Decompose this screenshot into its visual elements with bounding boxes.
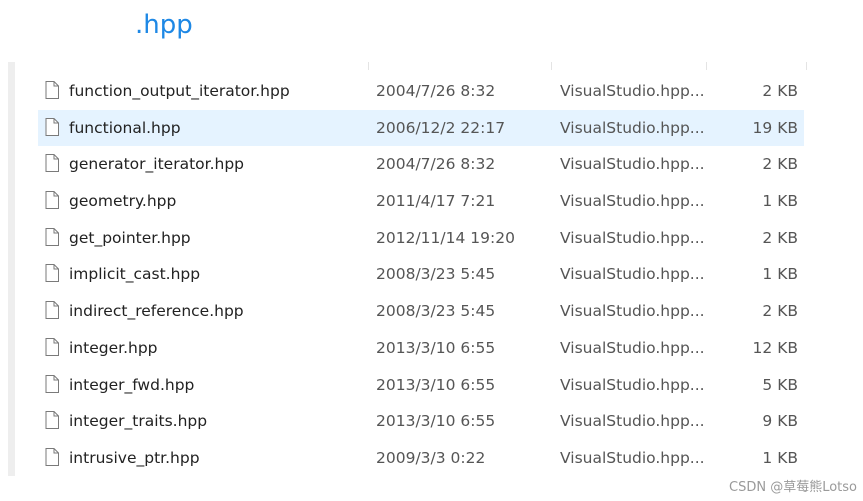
file-type: VisualStudio.hpp... xyxy=(560,192,705,211)
file-row[interactable]: geometry.hpp 2011/4/17 7:21 VisualStudio… xyxy=(38,183,804,220)
file-date-modified: 2009/3/3 0:22 xyxy=(376,448,486,467)
file-size: 2 KB xyxy=(762,228,798,247)
file-name: functional.hpp xyxy=(69,118,181,137)
file-explorer-screenshot: .hpp function_output_iterator.hpp 2004/7… xyxy=(0,0,863,501)
file-icon xyxy=(45,411,59,430)
file-type: VisualStudio.hpp... xyxy=(560,338,705,357)
file-type: VisualStudio.hpp... xyxy=(560,265,705,284)
file-size: 2 KB xyxy=(762,302,798,321)
file-name: implicit_cast.hpp xyxy=(69,265,201,284)
file-size: 1 KB xyxy=(762,448,798,467)
file-row[interactable]: get_pointer.hpp 2012/11/14 19:20 VisualS… xyxy=(38,220,804,257)
file-row[interactable]: functional.hpp 2006/12/2 22:17 VisualStu… xyxy=(38,109,804,147)
file-name: integer_fwd.hpp xyxy=(69,375,195,394)
file-date-modified: 2011/4/17 7:21 xyxy=(376,192,496,211)
column-separator[interactable] xyxy=(806,62,807,70)
file-name: geometry.hpp xyxy=(69,192,177,211)
file-size: 9 KB xyxy=(762,412,798,431)
file-date-modified: 2004/7/26 8:32 xyxy=(376,155,496,174)
file-icon xyxy=(45,117,59,136)
file-size: 1 KB xyxy=(762,192,798,211)
file-icon xyxy=(45,154,59,173)
file-row[interactable]: intrusive_ptr.hpp 2009/3/3 0:22 VisualSt… xyxy=(38,440,804,477)
file-icon xyxy=(45,374,59,393)
file-type: VisualStudio.hpp... xyxy=(560,155,705,174)
file-icon xyxy=(45,337,59,356)
file-date-modified: 2013/3/10 6:55 xyxy=(376,412,496,431)
file-row[interactable]: function_output_iterator.hpp 2004/7/26 8… xyxy=(38,73,804,110)
file-size: 1 KB xyxy=(762,265,798,284)
file-date-modified: 2008/3/23 5:45 xyxy=(376,302,496,321)
file-type: VisualStudio.hpp... xyxy=(560,82,705,100)
file-type: VisualStudio.hpp... xyxy=(560,375,705,394)
file-date-modified: 2004/7/26 8:32 xyxy=(376,82,496,100)
column-separator[interactable] xyxy=(706,62,707,70)
file-size: 2 KB xyxy=(762,155,798,174)
file-row[interactable]: integer_traits.hpp 2013/3/10 6:55 Visual… xyxy=(38,403,804,440)
file-name: integer_traits.hpp xyxy=(69,412,208,431)
file-icon xyxy=(45,191,59,210)
file-date-modified: 2006/12/2 22:17 xyxy=(376,118,506,137)
file-name: generator_iterator.hpp xyxy=(69,155,245,174)
file-icon xyxy=(45,227,59,246)
file-row[interactable]: integer_fwd.hpp 2013/3/10 6:55 VisualStu… xyxy=(38,367,804,404)
file-date-modified: 2013/3/10 6:55 xyxy=(376,338,496,357)
file-row[interactable]: generator_iterator.hpp 2004/7/26 8:32 Vi… xyxy=(38,146,804,183)
file-date-modified: 2012/11/14 19:20 xyxy=(376,228,515,247)
file-type: VisualStudio.hpp... xyxy=(560,228,705,247)
file-size: 12 KB xyxy=(752,338,798,357)
column-separator[interactable] xyxy=(551,62,552,70)
file-name: intrusive_ptr.hpp xyxy=(69,448,200,467)
file-type: VisualStudio.hpp... xyxy=(560,448,705,467)
file-name: get_pointer.hpp xyxy=(69,228,191,247)
file-icon xyxy=(45,81,59,99)
watermark: CSDN @草莓熊Lotso xyxy=(729,480,857,495)
file-name: integer.hpp xyxy=(69,338,158,357)
file-row[interactable]: indirect_reference.hpp 2008/3/23 5:45 Vi… xyxy=(38,293,804,330)
file-size: 19 KB xyxy=(752,118,798,137)
file-name: indirect_reference.hpp xyxy=(69,302,244,321)
file-icon xyxy=(45,447,59,466)
file-name: function_output_iterator.hpp xyxy=(69,82,290,100)
file-list: function_output_iterator.hpp 2004/7/26 8… xyxy=(38,73,804,477)
file-type: VisualStudio.hpp... xyxy=(560,302,705,321)
page-heading: .hpp xyxy=(135,10,193,40)
file-icon xyxy=(45,301,59,320)
file-type: VisualStudio.hpp... xyxy=(560,118,705,137)
file-row[interactable]: implicit_cast.hpp 2008/3/23 5:45 VisualS… xyxy=(38,256,804,293)
file-type: VisualStudio.hpp... xyxy=(560,412,705,431)
file-icon xyxy=(45,264,59,283)
column-separator[interactable] xyxy=(368,62,369,70)
left-scroll-edge xyxy=(8,62,15,476)
file-row[interactable]: integer.hpp 2013/3/10 6:55 VisualStudio.… xyxy=(38,330,804,367)
file-size: 2 KB xyxy=(762,82,798,100)
file-date-modified: 2008/3/23 5:45 xyxy=(376,265,496,284)
file-size: 5 KB xyxy=(762,375,798,394)
file-date-modified: 2013/3/10 6:55 xyxy=(376,375,496,394)
